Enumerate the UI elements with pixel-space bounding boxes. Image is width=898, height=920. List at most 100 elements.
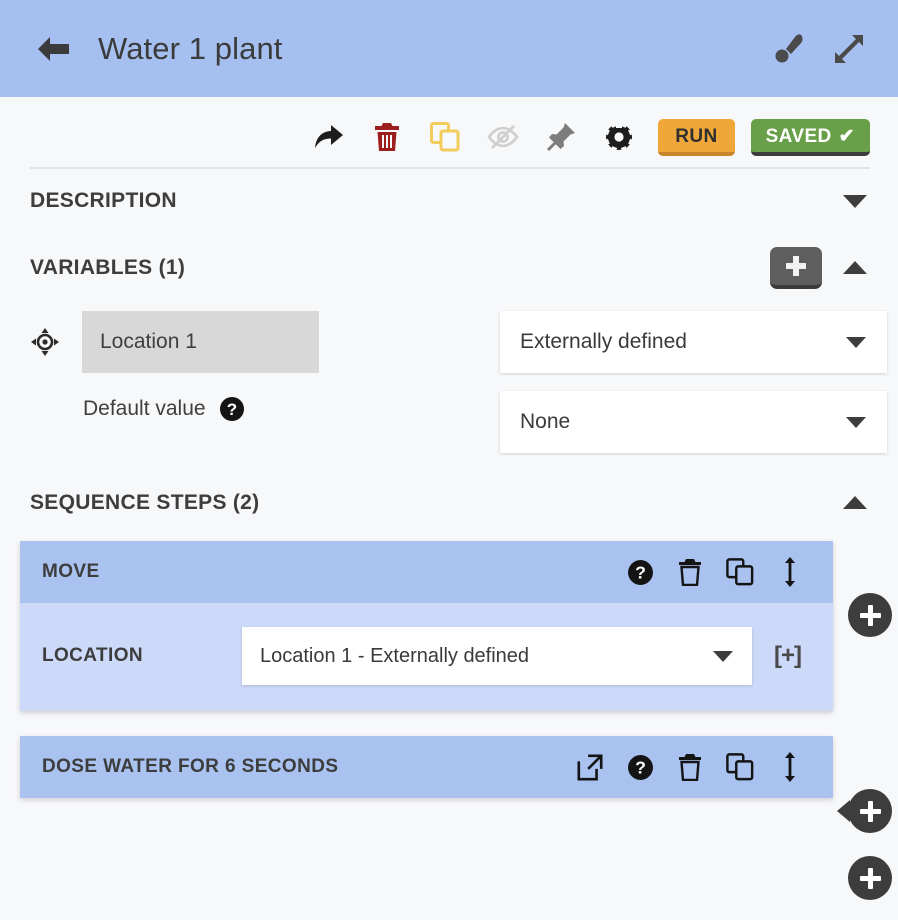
step-field-label-location: LOCATION (42, 645, 242, 667)
chevron-down-icon (712, 649, 734, 663)
variable-default-value: None (520, 410, 845, 434)
step-title-dose-water: DOSE WATER FOR 6 SECONDS (42, 756, 338, 778)
plus-icon-vertical (868, 868, 873, 889)
variable-name-input[interactable]: Location 1 (82, 311, 319, 373)
chevron-down-icon (845, 335, 867, 349)
section-sequence-steps: SEQUENCE STEPS (2) (0, 467, 898, 539)
share-arrow-icon (313, 122, 345, 152)
plus-icon-vertical (868, 605, 873, 626)
variable-right-column: Externally defined None (500, 311, 887, 453)
trash-icon (678, 753, 702, 781)
add-variable-button[interactable] (770, 247, 822, 289)
copy-icon (430, 122, 460, 152)
default-value-row: Default value ? (82, 373, 422, 445)
step-delete-button[interactable] (665, 742, 715, 792)
add-step-button-bottom[interactable] (848, 856, 892, 900)
step-card-dose-water: DOSE WATER FOR 6 SECONDS ? (20, 736, 833, 798)
step-location-value: Location 1 - Externally defined (260, 645, 712, 668)
step-copy-button[interactable] (715, 547, 765, 597)
add-step-button-top[interactable] (848, 593, 892, 637)
toolbar-wrapper: RUN SAVED ✔ (0, 97, 898, 169)
copy-icon (726, 753, 754, 781)
copy-sequence-button[interactable] (416, 112, 474, 162)
external-link-icon (576, 753, 604, 781)
chevron-up-icon (842, 495, 868, 511)
step-copy-button[interactable] (715, 742, 765, 792)
plus-icon (784, 254, 808, 278)
default-value-help-button[interactable]: ? (219, 396, 245, 422)
help-circle-icon: ? (219, 396, 245, 422)
variable-scope-select[interactable]: Externally defined (500, 311, 887, 373)
variables-collapse-toggle[interactable] (838, 251, 872, 285)
step-header-move[interactable]: MOVE ? (20, 541, 833, 603)
pin-icon (546, 122, 576, 152)
step-card-move: MOVE ? (20, 541, 833, 711)
back-arrow-icon (33, 33, 73, 65)
select-gap (500, 373, 887, 391)
svg-text:?: ? (635, 757, 646, 777)
variable-row: Location 1 Default value ? Externally de… (0, 311, 898, 453)
step-reorder-handle[interactable] (765, 742, 815, 792)
default-value-label: Default value (83, 397, 206, 421)
step-help-button[interactable]: ? (615, 547, 665, 597)
app-header: Water 1 plant (0, 0, 898, 97)
step-open-external-button[interactable] (565, 742, 615, 792)
variables-body: Location 1 Default value ? Externally de… (0, 303, 898, 453)
run-button[interactable]: RUN (658, 119, 734, 156)
help-circle-icon: ? (627, 754, 654, 781)
plus-icon-vertical (868, 801, 873, 822)
section-variables-title: VARIABLES (1) (30, 256, 185, 280)
run-button-label: RUN (675, 126, 717, 147)
step-location-select[interactable]: Location 1 - Externally defined (242, 627, 752, 685)
reorder-vertical-icon (782, 752, 798, 782)
expand-button[interactable] (826, 26, 872, 72)
share-button[interactable] (300, 112, 358, 162)
settings-button[interactable] (590, 112, 648, 162)
trash-icon (374, 122, 400, 152)
reorder-vertical-icon (782, 557, 798, 587)
trash-icon (678, 558, 702, 586)
step-delete-button[interactable] (665, 547, 715, 597)
check-icon: ✔ (839, 127, 855, 146)
delete-sequence-button[interactable] (358, 112, 416, 162)
step-body-move: LOCATION Location 1 - Externally defined… (20, 603, 833, 711)
steps-gap (0, 711, 898, 736)
pin-button[interactable] (532, 112, 590, 162)
svg-text:?: ? (635, 562, 646, 582)
help-circle-icon: ? (627, 559, 654, 586)
chevron-down-icon (845, 415, 867, 429)
saved-button[interactable]: SAVED ✔ (751, 119, 870, 156)
sequence-steps-collapse-toggle[interactable] (838, 486, 872, 520)
copy-icon (726, 558, 754, 586)
step-header-dose-water[interactable]: DOSE WATER FOR 6 SECONDS ? (20, 736, 833, 798)
variable-scope-value: Externally defined (520, 330, 845, 354)
step-reorder-handle[interactable] (765, 547, 815, 597)
variable-drag-handle[interactable] (28, 311, 62, 373)
svg-text:?: ? (226, 400, 236, 419)
step-help-button[interactable]: ? (615, 742, 665, 792)
sequence-steps-list: MOVE ? (0, 541, 898, 798)
chevron-up-icon (842, 260, 868, 276)
step-title-move: MOVE (42, 561, 100, 583)
saved-button-label: SAVED (766, 127, 832, 146)
section-description[interactable]: DESCRIPTION (0, 169, 898, 233)
edit-appearance-button[interactable] (766, 26, 812, 72)
eye-slash-icon (486, 124, 520, 150)
expand-arrows-icon (833, 33, 865, 65)
description-collapse-toggle[interactable] (838, 184, 872, 218)
add-location-variable-button[interactable]: [+] (774, 642, 801, 670)
variable-left-column: Location 1 Default value ? (82, 311, 422, 445)
action-toolbar: RUN SAVED ✔ (0, 109, 898, 165)
section-variables: VARIABLES (1) (0, 233, 898, 303)
move-handle-icon (31, 328, 59, 356)
add-step-button-middle[interactable] (848, 789, 892, 833)
chevron-down-icon (842, 193, 868, 209)
gear-icon (604, 122, 634, 152)
visibility-toggle-button[interactable] (474, 112, 532, 162)
paintbrush-icon (772, 32, 806, 66)
page-title: Water 1 plant (98, 31, 283, 67)
back-button[interactable] (30, 26, 76, 72)
section-description-title: DESCRIPTION (30, 189, 177, 213)
variable-default-select[interactable]: None (500, 391, 887, 453)
section-sequence-steps-title: SEQUENCE STEPS (2) (30, 491, 259, 515)
